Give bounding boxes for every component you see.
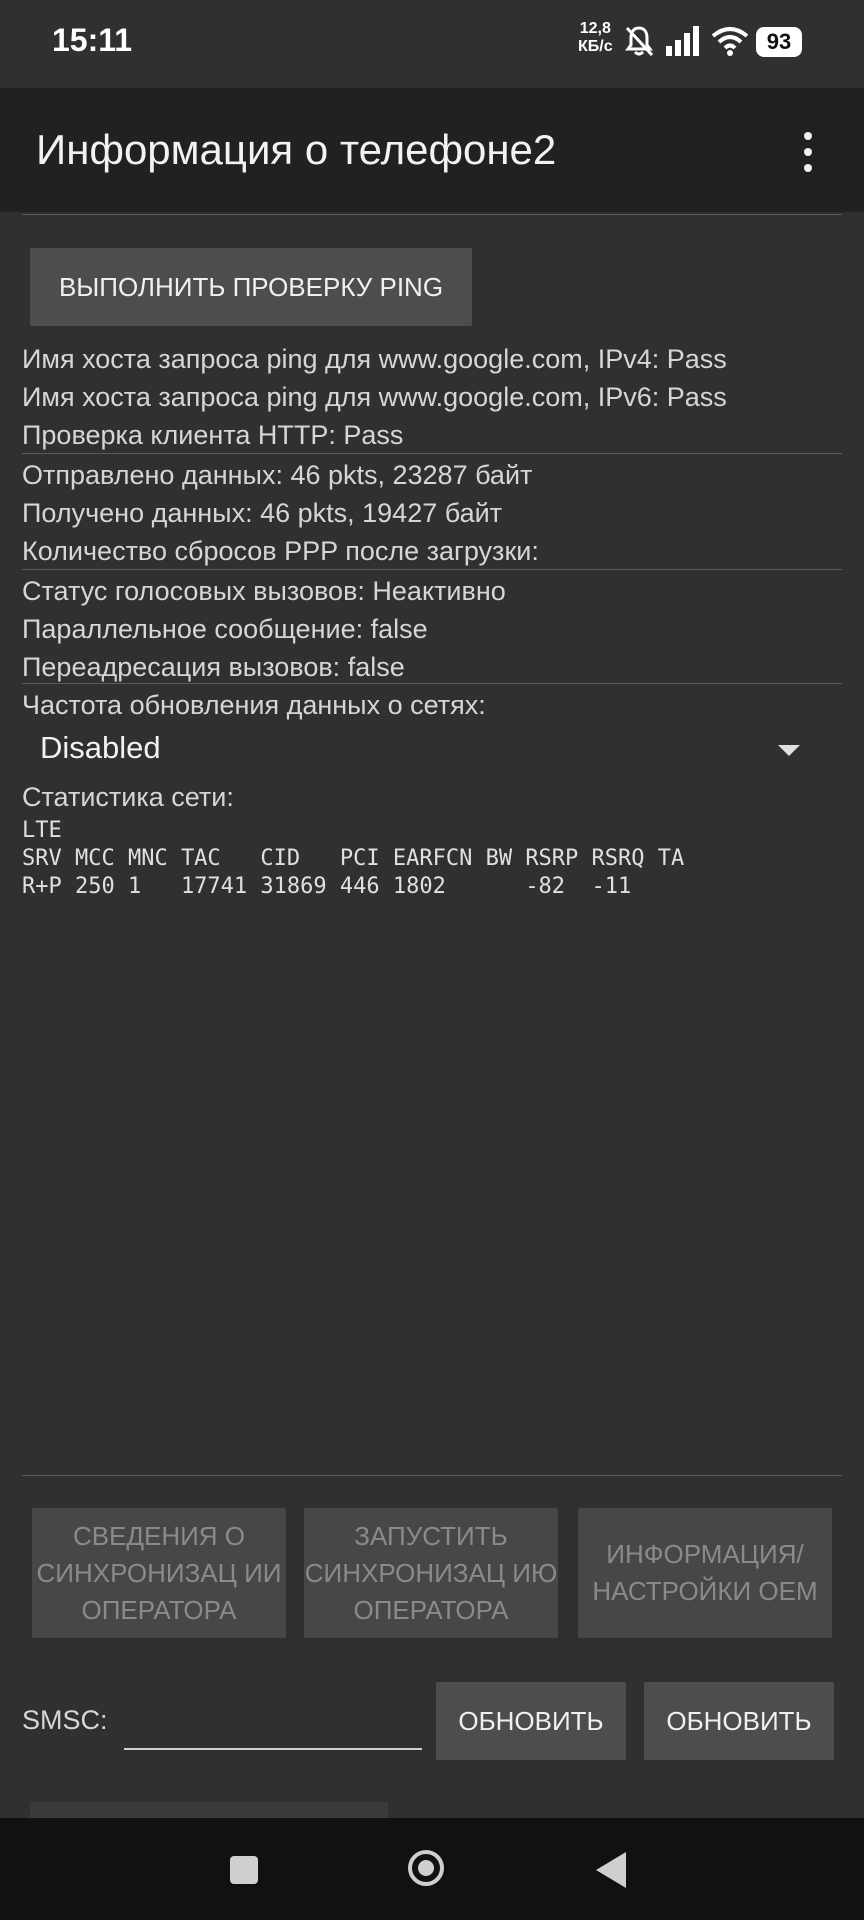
voice-call-status: Статус голосовых вызовов: Неактивно xyxy=(22,576,506,606)
signal-icon xyxy=(666,26,699,56)
network-stats-header: SRV MCC MNC TAC CID PCI EARFCN BW RSRP R… xyxy=(22,846,685,871)
status-bar: 15:11 12,8 КБ/с 93 xyxy=(0,0,864,88)
divider xyxy=(22,453,842,454)
network-speed-value: 12,8 xyxy=(579,20,611,37)
recents-square-icon[interactable] xyxy=(230,1856,258,1884)
data-sent: Отправлено данных: 46 pkts, 23287 байт xyxy=(22,460,533,490)
ping-test-button[interactable]: ВЫПОЛНИТЬ ПРОВЕРКУ PING xyxy=(30,248,472,326)
data-received: Получено данных: 46 pkts, 19427 байт xyxy=(22,498,503,528)
battery-icon: 93 xyxy=(756,27,802,57)
smsc-refresh-button[interactable]: ОБНОВИТЬ xyxy=(644,1682,834,1760)
network-speed: 12,8 КБ/с xyxy=(578,20,613,56)
smsc-input[interactable] xyxy=(124,1690,422,1750)
carrier-sync-info-button[interactable]: СВЕДЕНИЯ О СИНХРОНИЗАЦ ИИ ОПЕРАТОРА xyxy=(32,1508,286,1638)
ppp-resets: Количество сбросов PPP после загрузки: xyxy=(22,536,539,566)
ping-ipv4-result: Имя хоста запроса ping для www.google.co… xyxy=(22,344,727,374)
ping-ipv6-result: Имя хоста запроса ping для www.google.co… xyxy=(22,382,727,412)
oem-settings-button[interactable]: ИНФОРМАЦИЯ/ НАСТРОЙКИ OEM xyxy=(578,1508,832,1638)
mute-bell-icon xyxy=(625,26,654,57)
concurrent-message: Параллельное сообщение: false xyxy=(22,614,428,644)
more-vert-icon[interactable] xyxy=(800,132,816,176)
divider xyxy=(22,1475,842,1476)
page-title: Информация о телефоне2 xyxy=(36,126,557,173)
network-speed-unit: КБ/с xyxy=(578,38,613,55)
status-time: 15:11 xyxy=(52,22,133,58)
network-stats-label: Статистика сети: xyxy=(22,782,234,812)
dropdown-arrow-icon xyxy=(778,745,800,756)
divider xyxy=(22,683,842,684)
refresh-rate-value: Disabled xyxy=(40,730,161,765)
back-triangle-icon[interactable] xyxy=(596,1852,626,1888)
network-stats-values: R+P 250 1 17741 31869 446 1802 -82 -11 xyxy=(22,874,632,899)
home-circle-icon[interactable] xyxy=(408,1850,444,1886)
smsc-label: SMSC: xyxy=(22,1705,108,1735)
divider xyxy=(22,214,842,215)
navigation-bar xyxy=(0,1818,864,1920)
wifi-icon xyxy=(711,27,749,56)
http-client-result: Проверка клиента HTTP: Pass xyxy=(22,420,404,450)
network-stats-line: LTE xyxy=(22,818,62,843)
call-forwarding: Переадресация вызовов: false xyxy=(22,652,405,682)
start-carrier-sync-button[interactable]: ЗАПУСТИТЬ СИНХРОНИЗАЦ ИЮ ОПЕРАТОРА xyxy=(304,1508,558,1638)
smsc-update-button[interactable]: ОБНОВИТЬ xyxy=(436,1682,626,1760)
refresh-rate-label: Частота обновления данных о сетях: xyxy=(22,690,486,720)
divider xyxy=(22,569,842,570)
app-bar: Информация о телефоне2 xyxy=(0,88,864,212)
